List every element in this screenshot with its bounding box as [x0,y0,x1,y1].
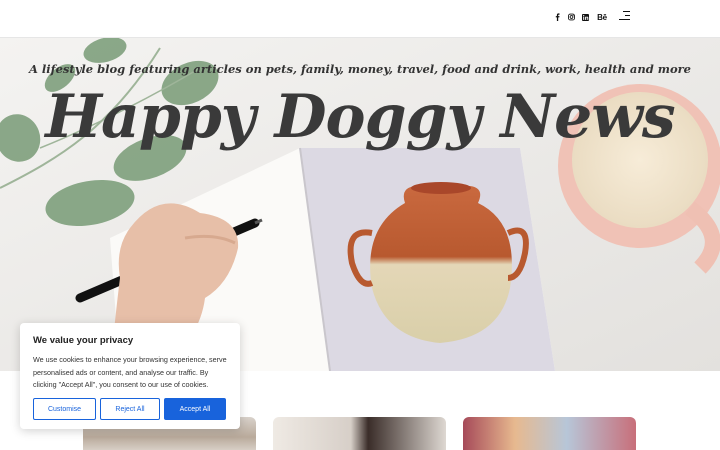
site-header: Bē [0,0,720,38]
cookie-title: We value your privacy [33,335,134,346]
behance-icon[interactable]: Bē [596,13,608,22]
cookie-consent-banner: We value your privacy We use cookies to … [20,323,240,429]
facebook-icon[interactable] [554,13,561,21]
cookie-text: We use cookies to enhance your browsing … [33,355,227,390]
site-tagline: A lifestyle blog featuring articles on p… [28,62,691,76]
hamburger-menu-icon[interactable] [619,11,630,21]
linkedin-icon[interactable] [582,13,589,21]
accept-all-button[interactable]: Accept All [164,398,226,420]
customise-button[interactable]: Customise [33,398,96,420]
reject-all-button[interactable]: Reject All [100,398,160,420]
instagram-icon[interactable] [568,13,575,21]
hero-banner: A lifestyle blog featuring articles on p… [0,38,720,371]
article-card-thumbnail[interactable] [273,417,446,450]
article-card-thumbnail[interactable] [463,417,636,450]
cookie-actions: Customise Reject All Accept All [33,398,226,420]
social-links: Bē [554,13,608,22]
site-title[interactable]: Happy Doggy News [0,82,720,152]
